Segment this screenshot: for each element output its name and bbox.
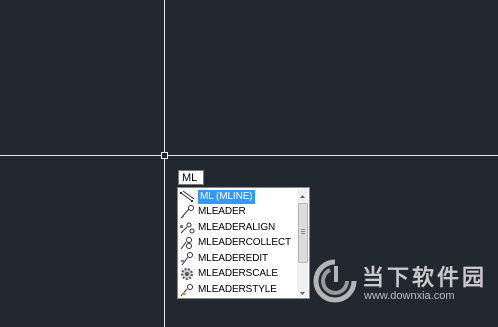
scroll-grip-line [301,233,305,234]
cursor-pickbox [161,152,168,159]
mleaderedit-icon [179,251,195,266]
mleaderstyle-icon [179,283,195,297]
scroll-grip-line [301,229,305,230]
site-watermark: 当下软件园 www.downxia.com [312,258,492,308]
autocomplete-item-label: MLEADERSCALE [198,268,278,280]
vertical-scrollbar[interactable] [297,189,308,297]
autocomplete-item-mleaderstyle[interactable]: MLEADERSTYLE [179,282,297,298]
autocomplete-item-mleaderalign[interactable]: MLEADERALIGN [179,220,297,236]
mleaderscale-icon [179,267,195,281]
autocomplete-item-label: MLEADER [198,206,246,218]
downxia-logo-icon [313,259,357,303]
mleadercollect-icon [179,236,195,250]
crosshair-horizontal [0,155,498,156]
autocomplete-items: ML (MLINE) MLEADER MLEADERALIGN MLEADERC… [179,189,297,298]
dynamic-input-field[interactable]: ML [178,170,204,185]
autocomplete-item-mleadercollect[interactable]: MLEADERCOLLECT [179,236,297,252]
autocomplete-item-label: MLEADERALIGN [198,221,276,233]
scroll-down-arrow-icon[interactable] [297,286,308,297]
mline-icon [179,190,195,204]
autocomplete-item-label: MLEADERSTYLE [198,283,277,295]
drawing-canvas[interactable]: ML ML (MLINE) MLEADER MLEADERALIGN MLEAD… [0,0,498,327]
autocomplete-item-label: MLEADEREDIT [198,252,269,264]
scroll-up-arrow-icon[interactable] [297,189,308,200]
watermark-url: www.downxia.com [364,290,455,302]
autocomplete-item-mleaderscale[interactable]: MLEADERSCALE [179,267,297,283]
autocomplete-item-mleader[interactable]: MLEADER [179,205,297,221]
autocomplete-item-label: ML (MLINE) [198,189,255,204]
mleader-icon [179,205,195,219]
autocomplete-item-label: MLEADERCOLLECT [198,237,292,249]
crosshair-vertical [164,0,165,327]
mleaderalign-icon [179,221,195,235]
autocomplete-item-mleaderedit[interactable]: MLEADEREDIT [179,251,297,267]
command-autocomplete-list[interactable]: ML (MLINE) MLEADER MLEADERALIGN MLEADERC… [177,187,310,299]
scroll-grip-line [301,231,305,232]
autocomplete-item-mline[interactable]: ML (MLINE) [179,189,297,205]
watermark-name: 当下软件园 [362,266,488,291]
scrollbar-thumb[interactable] [298,203,308,263]
